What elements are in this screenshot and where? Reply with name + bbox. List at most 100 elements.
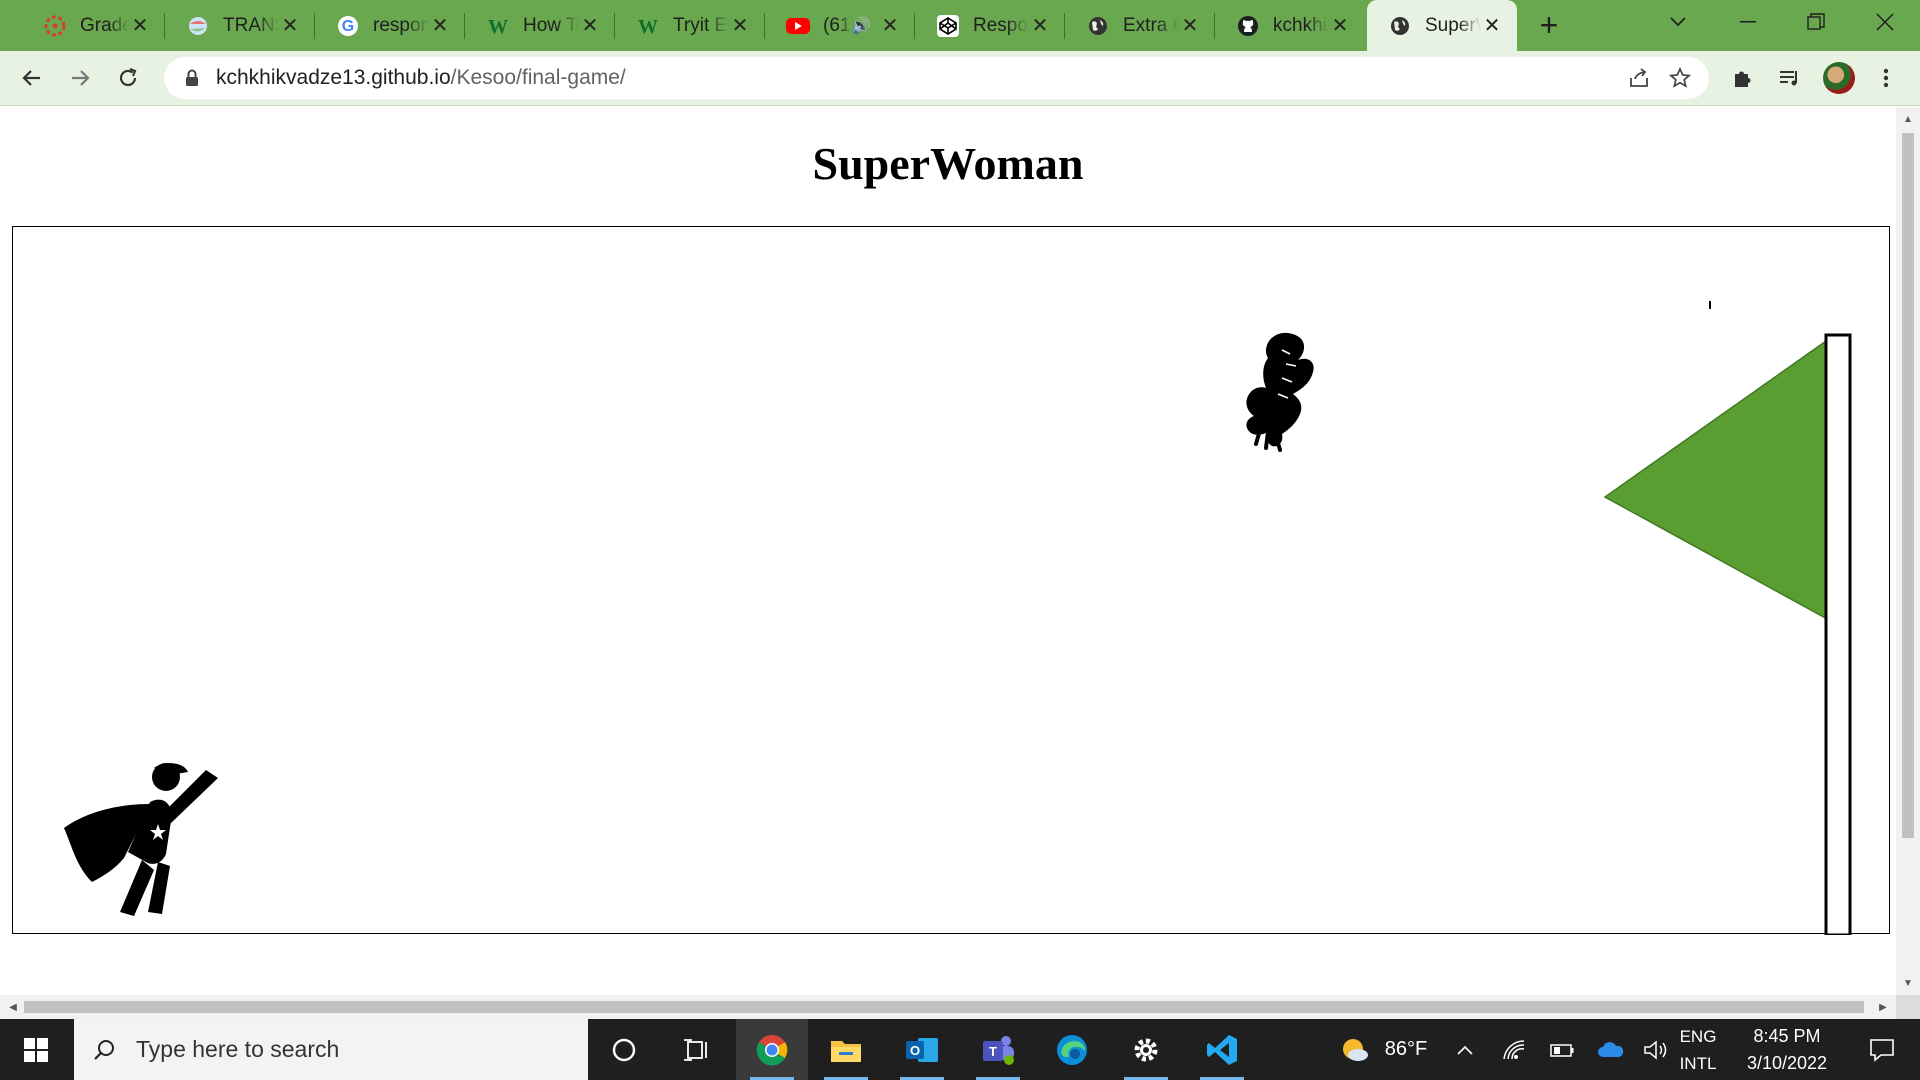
address-bar[interactable]: kchkhikvadze13.github.io/Kesoo/final-gam… [164, 57, 1709, 99]
battery-icon[interactable] [1546, 1019, 1578, 1080]
url-domain: kchkhikvadze13.github.io [216, 66, 451, 89]
browser-tab-strip: Grades ✕ TRANSL ✕ G respon ✕ W How To ✕ … [0, 0, 1920, 51]
close-icon[interactable]: ✕ [879, 15, 901, 37]
scroll-down-arrow-icon[interactable]: ▼ [1896, 973, 1920, 993]
svg-text:T: T [989, 1044, 997, 1059]
tab-search-chevron-icon[interactable] [1648, 0, 1708, 44]
menu-kebab-icon[interactable] [1870, 62, 1902, 94]
globe-icon [1085, 13, 1111, 39]
file-explorer-icon[interactable] [810, 1019, 882, 1080]
keyboard-layout: INTL [1679, 1053, 1717, 1073]
w-logo-icon: W [485, 13, 511, 39]
lock-icon[interactable] [182, 69, 202, 87]
clock-date: 3/10/2022 [1746, 1052, 1828, 1073]
back-button[interactable] [14, 60, 50, 96]
notifications-icon[interactable] [1852, 1019, 1912, 1080]
tab-tryit-editor[interactable]: W Tryit Ed ✕ [615, 0, 765, 51]
cortana-icon[interactable] [588, 1019, 660, 1080]
codepen-icon [935, 13, 961, 39]
system-clock[interactable]: 8:45 PM 3/10/2022 [1722, 1019, 1852, 1080]
tab-grades[interactable]: Grades ✕ [22, 0, 165, 51]
tab-translate[interactable]: TRANSL ✕ [165, 0, 315, 51]
scroll-right-arrow-icon[interactable]: ▶ [1872, 995, 1894, 1019]
tab-github[interactable]: kchkhi ✕ [1215, 0, 1365, 51]
close-icon[interactable]: ✕ [429, 15, 451, 37]
chrome-icon[interactable] [736, 1019, 808, 1080]
settings-gear-icon[interactable] [1110, 1019, 1182, 1080]
horizontal-scrollbar[interactable]: ◀ ▶ [0, 995, 1896, 1019]
edge-icon[interactable] [1036, 1019, 1108, 1080]
tab-title: Respon [973, 14, 1029, 36]
forward-button[interactable] [62, 60, 98, 96]
search-placeholder: Type here to search [136, 1036, 340, 1062]
teams-icon[interactable]: T [962, 1019, 1034, 1080]
w-logo-icon: W [635, 13, 661, 39]
network-icon[interactable] [1498, 1019, 1530, 1080]
browser-toolbar: kchkhikvadze13.github.io/Kesoo/final-gam… [0, 51, 1920, 106]
tab-title: (61 [823, 14, 851, 36]
minimize-button[interactable] [1718, 0, 1778, 44]
eagle-icon [1246, 332, 1314, 452]
svg-text:W: W [638, 16, 658, 38]
page-viewport: SuperWoman [0, 107, 1896, 995]
onedrive-cloud-icon[interactable] [1594, 1019, 1628, 1080]
taskbar-search-box[interactable]: Type here to search [74, 1019, 588, 1080]
close-icon[interactable]: ✕ [1179, 15, 1201, 37]
reload-button[interactable] [110, 60, 146, 96]
tab-codepen[interactable]: Respon ✕ [915, 0, 1065, 51]
page-title: SuperWoman [812, 138, 1084, 189]
outlook-icon[interactable]: O [886, 1019, 958, 1080]
tab-title: Extra C [1123, 14, 1179, 36]
close-icon[interactable]: ✕ [729, 15, 751, 37]
canvas-icon [42, 13, 68, 39]
tab-how-to[interactable]: W How To ✕ [465, 0, 615, 51]
new-tab-button[interactable]: + [1532, 7, 1566, 43]
github-icon [1235, 13, 1261, 39]
vertical-scroll-thumb[interactable] [1902, 133, 1914, 838]
tab-superwoman[interactable]: SuperW ✕ [1367, 0, 1517, 51]
media-control-icon[interactable] [1773, 62, 1805, 94]
tab-youtube[interactable]: (61 🔊 ✕ [765, 0, 915, 51]
tab-title: Grades [80, 14, 129, 36]
windows-start-icon[interactable] [0, 1019, 72, 1080]
google-icon: G [335, 13, 361, 39]
close-icon[interactable]: ✕ [579, 15, 601, 37]
tab-google-search[interactable]: G respon ✕ [315, 0, 465, 51]
restore-button[interactable] [1786, 0, 1846, 44]
profile-avatar[interactable] [1823, 62, 1855, 94]
volume-icon[interactable] [1640, 1019, 1672, 1080]
windows-taskbar: Type here to search O T 86°F ENG INTL 8:… [0, 1019, 1920, 1080]
close-icon[interactable]: ✕ [279, 15, 301, 37]
language-code: ENG [1679, 1026, 1717, 1046]
tab-extra-credit[interactable]: Extra C ✕ [1065, 0, 1215, 51]
svg-text:O: O [910, 1043, 920, 1058]
youtube-icon [785, 13, 811, 39]
tab-title: kchkhi [1273, 14, 1327, 36]
close-icon[interactable]: ✕ [1481, 15, 1503, 37]
share-icon[interactable] [1624, 63, 1654, 93]
horizontal-scroll-thumb[interactable] [24, 1001, 1864, 1013]
bookmark-star-icon[interactable] [1665, 63, 1695, 93]
scroll-left-arrow-icon[interactable]: ◀ [2, 995, 24, 1019]
weather-icon[interactable] [1336, 1019, 1374, 1080]
close-window-button[interactable] [1855, 0, 1915, 44]
superwoman-icon [64, 763, 218, 916]
tab-title: SuperW [1425, 14, 1481, 36]
extensions-puzzle-icon[interactable] [1727, 62, 1759, 94]
vscode-icon[interactable] [1186, 1019, 1258, 1080]
tab-title: Tryit Ed [673, 14, 729, 36]
vertical-scrollbar[interactable]: ▲ ▼ [1896, 107, 1920, 995]
svg-text:G: G [342, 18, 354, 35]
task-view-icon[interactable] [660, 1019, 732, 1080]
close-icon[interactable]: ✕ [1029, 15, 1051, 37]
speaker-icon[interactable]: 🔊 [851, 16, 871, 36]
weather-temperature[interactable]: 86°F [1376, 1019, 1436, 1080]
game-area[interactable] [12, 226, 1890, 935]
url-text: kchkhikvadze13.github.io/Kesoo/final-gam… [216, 66, 626, 90]
close-icon[interactable]: ✕ [1329, 15, 1351, 37]
scroll-up-arrow-icon[interactable]: ▲ [1896, 109, 1920, 129]
close-icon[interactable]: ✕ [129, 15, 151, 37]
globe-colorful-icon [185, 13, 211, 39]
input-language-indicator[interactable]: ENG INTL [1670, 1019, 1726, 1080]
chevron-up-icon[interactable] [1450, 1019, 1480, 1080]
